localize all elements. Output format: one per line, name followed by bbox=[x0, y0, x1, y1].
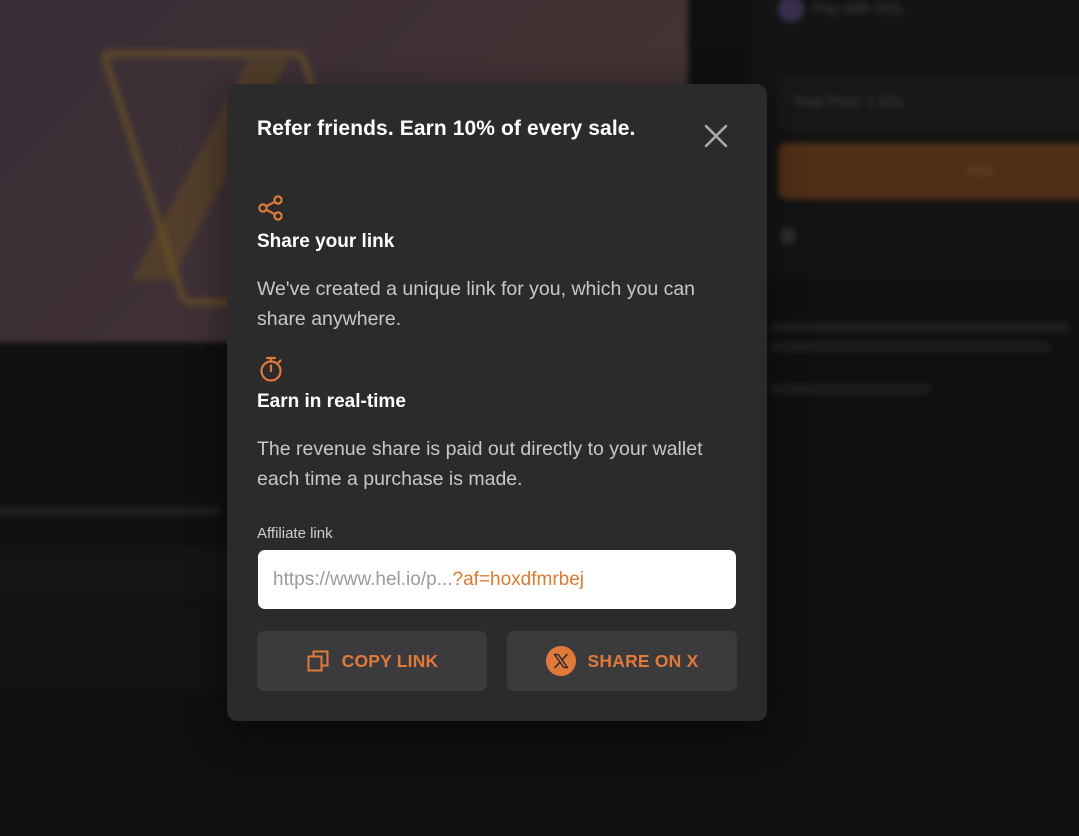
section-heading-share: Share your link bbox=[257, 231, 395, 252]
affiliate-link-field[interactable]: https://www.hel.io/p... ?af=hoxdfmrbej bbox=[258, 550, 736, 609]
copy-icon bbox=[307, 650, 329, 672]
modal-title: Refer friends. Earn 10% of every sale. bbox=[257, 117, 636, 140]
close-icon bbox=[704, 124, 728, 148]
share-on-x-button[interactable]: SHARE ON X bbox=[507, 631, 737, 691]
close-button[interactable] bbox=[701, 121, 731, 151]
affiliate-link-param: ?af=hoxdfmrbej bbox=[452, 568, 585, 590]
share-on-x-label: SHARE ON X bbox=[587, 650, 699, 671]
section-text-share: We've created a unique link for you, whi… bbox=[257, 278, 696, 330]
copy-link-label: COPY LINK bbox=[341, 650, 439, 671]
referral-modal: Refer friends. Earn 10% of every sale. S… bbox=[227, 84, 767, 721]
section-heading-earn: Earn in real-time bbox=[257, 391, 406, 412]
x-logo-icon bbox=[545, 646, 576, 676]
affiliate-link-label: Affiliate link bbox=[257, 525, 333, 542]
page: Pay with SOL Total Price: 1 SOL PAY Refe… bbox=[0, 0, 1079, 836]
copy-link-button[interactable]: COPY LINK bbox=[257, 631, 487, 691]
stopwatch-icon bbox=[257, 355, 285, 383]
section-text-earn: The revenue share is paid out directly t… bbox=[257, 438, 703, 490]
affiliate-link-base: https://www.hel.io/p... bbox=[273, 568, 453, 590]
share-icon bbox=[257, 194, 285, 222]
